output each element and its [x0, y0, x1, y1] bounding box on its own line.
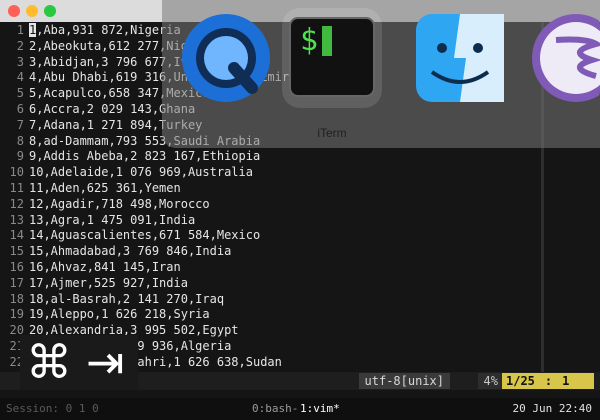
selected-app-label: iTerm — [317, 126, 347, 140]
finder-icon — [416, 14, 504, 102]
line-number: 12 — [9, 196, 24, 211]
minimize-window-button[interactable] — [26, 5, 38, 17]
line-number: 9 — [16, 149, 24, 164]
line-number: 3 — [16, 54, 24, 69]
tmux-window-vim[interactable]: 1:vim* — [300, 398, 340, 420]
line-text[interactable]: 10,Adelaide,1 076 969,Australia — [29, 164, 253, 181]
line-text[interactable]: 14,Aguascalientes,671 584,Mexico — [29, 227, 260, 244]
line-position: 1/25 — [506, 374, 535, 388]
line-text[interactable]: 9,Addis Abeba,2 823 167,Ethiopia — [29, 148, 260, 165]
app-quicktime[interactable] — [176, 8, 276, 108]
tmux-clock: 20 Jun 22:40 — [512, 402, 592, 415]
line-text[interactable]: 17,Ajmer,525 927,India — [29, 275, 188, 292]
line-text[interactable]: 15,Ahmadabad,3 769 846,India — [29, 243, 231, 260]
keyboard-shortcut-overlay: ⌘ ⇥ — [20, 335, 138, 390]
text-cursor: 1 — [29, 23, 37, 37]
emacs-icon — [532, 14, 600, 102]
app-finder[interactable] — [410, 8, 510, 108]
line-text[interactable]: 12,Agadir,718 498,Morocco — [29, 196, 210, 213]
line-text[interactable]: 11,Aden,625 361,Yemen — [29, 180, 181, 197]
tab-key-icon: ⇥ — [86, 335, 125, 389]
line-number: 11 — [9, 181, 24, 195]
scroll-percent: 4% — [477, 373, 504, 389]
tmux-status-bar: Session: 0 1 0 0:bash- 1:vim* 20 Jun 22:… — [0, 398, 600, 420]
line-number: 19 — [9, 307, 24, 322]
column-position: 1 — [562, 374, 570, 388]
line-text[interactable]: 18,al-Basrah,2 141 270,Iraq — [29, 291, 224, 308]
quicktime-icon — [182, 14, 270, 102]
cursor-position: 1/25:1 — [502, 373, 594, 389]
line-number: 13 — [9, 212, 24, 227]
line-number: 17 — [9, 275, 24, 290]
tmux-window-bash[interactable]: 0:bash- — [252, 398, 298, 420]
svg-text:$: $ — [300, 23, 318, 58]
line-number: 15 — [9, 244, 24, 259]
line-text[interactable]: 13,Agra,1 475 091,India — [29, 212, 195, 229]
line-text[interactable]: 16,Ahvaz,841 145,Iran — [29, 259, 181, 276]
tmux-session: Session: 0 1 0 — [6, 402, 99, 415]
line-number: 7 — [16, 117, 24, 132]
app-iterm[interactable]: $ — [282, 8, 382, 108]
command-key-icon: ⌘ — [26, 335, 72, 389]
zoom-window-button[interactable] — [44, 5, 56, 17]
terminal-icon: $ — [289, 17, 375, 97]
line-text[interactable]: 1,Aba,931 872,Nigeria — [29, 22, 181, 39]
line-number: 10 — [9, 165, 24, 180]
line-number: 1 — [16, 23, 24, 37]
line-number: 2 — [16, 38, 24, 53]
line-number: 5 — [16, 86, 24, 101]
file-encoding: utf-8[unix] — [358, 373, 450, 389]
line-number: 4 — [16, 70, 24, 85]
line-number: 6 — [16, 102, 24, 116]
line-number: 8 — [16, 133, 24, 148]
app-switcher: $ iTerm — [162, 0, 600, 148]
line-text[interactable]: 19,Aleppo,1 626 218,Syria — [29, 306, 210, 323]
line-number: 18 — [9, 291, 24, 306]
position-separator: : — [544, 374, 553, 388]
close-window-button[interactable] — [8, 5, 20, 17]
line-number: 14 — [9, 228, 24, 243]
line-number: 16 — [9, 260, 24, 274]
app-emacs[interactable] — [526, 8, 600, 108]
